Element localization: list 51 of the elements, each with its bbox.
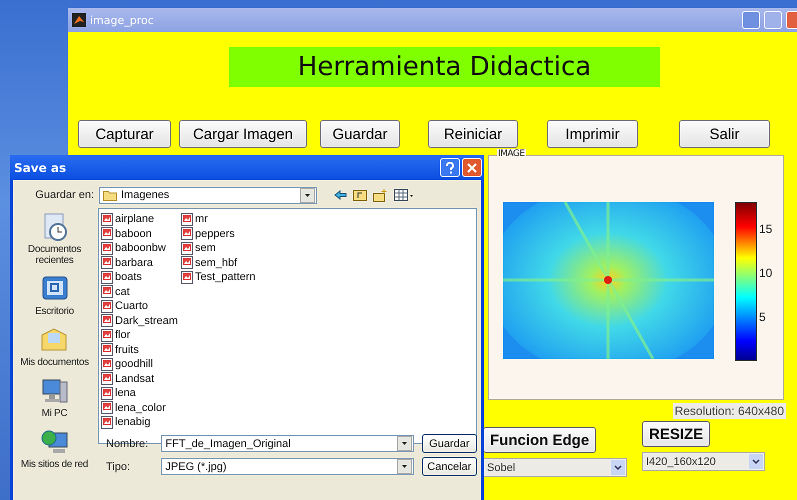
- toolbar-button[interactable]: Cargar Imagen: [179, 120, 307, 148]
- colorbar-tick-label: 5: [759, 310, 767, 324]
- file-name[interactable]: Landsat: [115, 372, 154, 385]
- file-name-field[interactable]: FFT_de_Imagen_Original: [161, 435, 414, 452]
- name-label: Nombre:: [106, 438, 150, 450]
- file-name[interactable]: barbara: [115, 256, 153, 269]
- window-title: image_proc: [90, 14, 154, 26]
- file-name[interactable]: lena_color: [115, 402, 166, 414]
- save-button[interactable]: Guardar: [422, 434, 477, 453]
- file-name[interactable]: baboonbw: [115, 242, 166, 254]
- cancel-button[interactable]: Cancelar: [422, 457, 477, 476]
- resize-dropdown[interactable]: I420_160x120: [642, 452, 765, 471]
- toolbar-button[interactable]: Salir: [679, 120, 770, 148]
- edge-dropdown[interactable]: Sobel: [483, 458, 627, 477]
- toolbar-button[interactable]: Guardar: [320, 120, 400, 148]
- file-name[interactable]: Test_pattern: [195, 271, 256, 284]
- panel-label: IMAGE: [497, 149, 526, 159]
- file-name[interactable]: flor: [115, 329, 130, 342]
- file-name[interactable]: baboon: [115, 228, 152, 240]
- file-name[interactable]: peppers: [195, 228, 235, 240]
- file-name[interactable]: boats: [115, 271, 142, 284]
- file-name[interactable]: cat: [115, 286, 130, 298]
- resolution-label: Resolution: 640x480: [672, 403, 786, 419]
- file-name[interactable]: sem_hbf: [195, 256, 238, 269]
- edge-button[interactable]: Funcion Edge: [483, 427, 596, 453]
- places-item[interactable]: Documentos recientes: [17, 212, 92, 266]
- type-label: Tipo:: [106, 460, 132, 472]
- colorbar-tick-label: 10: [759, 266, 772, 280]
- places-item[interactable]: Escritorio: [35, 274, 74, 317]
- file-name[interactable]: mr: [195, 213, 208, 226]
- file-type-dropdown[interactable]: JPEG (*.jpg): [161, 458, 414, 475]
- file-name[interactable]: lenabig: [115, 416, 150, 428]
- places-item[interactable]: Mis documentos: [20, 325, 89, 368]
- colorbar-tick-label: 15: [759, 222, 772, 236]
- places-item[interactable]: Mis sitios de red: [20, 427, 88, 470]
- file-name[interactable]: Dark_stream: [115, 314, 178, 327]
- file-name[interactable]: lena: [115, 387, 136, 400]
- file-name[interactable]: Cuarto: [115, 300, 148, 312]
- file-name[interactable]: sem: [195, 242, 216, 254]
- file-name[interactable]: goodhill: [115, 358, 153, 370]
- file-name[interactable]: airplane: [115, 213, 154, 226]
- heading-banner: Herramienta Didactica: [229, 47, 660, 87]
- folder-dropdown[interactable]: Imagenes: [99, 186, 317, 204]
- toolbar-button[interactable]: Reiniciar: [428, 120, 518, 148]
- dialog-title: Save as: [14, 160, 66, 174]
- toolbar-button[interactable]: Capturar: [78, 120, 171, 148]
- places-item[interactable]: Mi PC: [40, 376, 70, 419]
- file-name[interactable]: fruits: [115, 344, 139, 356]
- resize-button[interactable]: RESIZE: [642, 421, 710, 447]
- toolbar-button[interactable]: Imprimir: [547, 120, 638, 148]
- look-in-label: Guardar en:: [34, 189, 94, 201]
